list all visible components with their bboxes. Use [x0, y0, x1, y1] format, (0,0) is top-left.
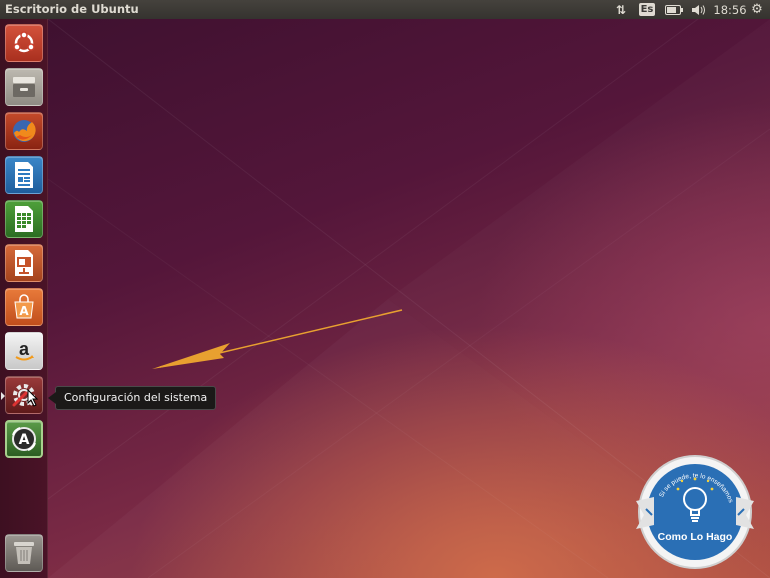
- writer-button[interactable]: [5, 156, 43, 194]
- files-button[interactable]: [5, 68, 43, 106]
- firefox-icon: [13, 120, 36, 142]
- keyboard-layout-label: Es: [638, 3, 656, 16]
- svg-text:A: A: [19, 304, 29, 318]
- keyboard-layout-indicator[interactable]: Es: [638, 0, 656, 19]
- software-updater-button[interactable]: A: [5, 420, 43, 458]
- file-cabinet-icon: [13, 77, 35, 97]
- volume-icon[interactable]: [690, 0, 708, 19]
- launcher: A a A: [0, 19, 48, 578]
- top-panel: Escritorio de Ubuntu ⇅ Es 18:56 ⚙: [0, 0, 770, 19]
- software-updater-icon: A: [12, 427, 36, 451]
- calc-button[interactable]: [5, 200, 43, 238]
- clock[interactable]: 18:56: [713, 0, 746, 19]
- battery-icon[interactable]: [663, 0, 685, 19]
- trash-button[interactable]: [5, 534, 43, 572]
- impress-presentation-icon: [15, 250, 33, 276]
- amazon-button[interactable]: a: [5, 332, 43, 370]
- firefox-button[interactable]: [5, 112, 43, 150]
- svg-text:A: A: [19, 432, 30, 448]
- impress-button[interactable]: [5, 244, 43, 282]
- trash-icon: [14, 542, 34, 564]
- logo-name: Como Lo Hago: [657, 531, 733, 543]
- svg-text:a: a: [19, 339, 30, 359]
- dash-home-button[interactable]: [5, 24, 43, 62]
- mouse-pointer-icon: [27, 389, 39, 407]
- session-gear-icon[interactable]: ⚙: [748, 0, 766, 19]
- ubuntu-logo-icon: [13, 31, 35, 53]
- amazon-icon: a: [15, 339, 34, 361]
- software-center-button[interactable]: A: [5, 288, 43, 326]
- calc-spreadsheet-icon: [15, 206, 33, 232]
- running-app-indicator: [1, 392, 5, 400]
- window-title: Escritorio de Ubuntu: [5, 2, 139, 16]
- launcher-tooltip: Configuración del sistema: [47, 386, 217, 410]
- writer-document-icon: [15, 162, 33, 188]
- como-lo-hago-logo: Si se puede, te lo enseñamos Como Lo Hag…: [636, 453, 754, 571]
- shopping-bag-icon: A: [14, 294, 34, 319]
- network-icon[interactable]: ⇅: [612, 0, 630, 19]
